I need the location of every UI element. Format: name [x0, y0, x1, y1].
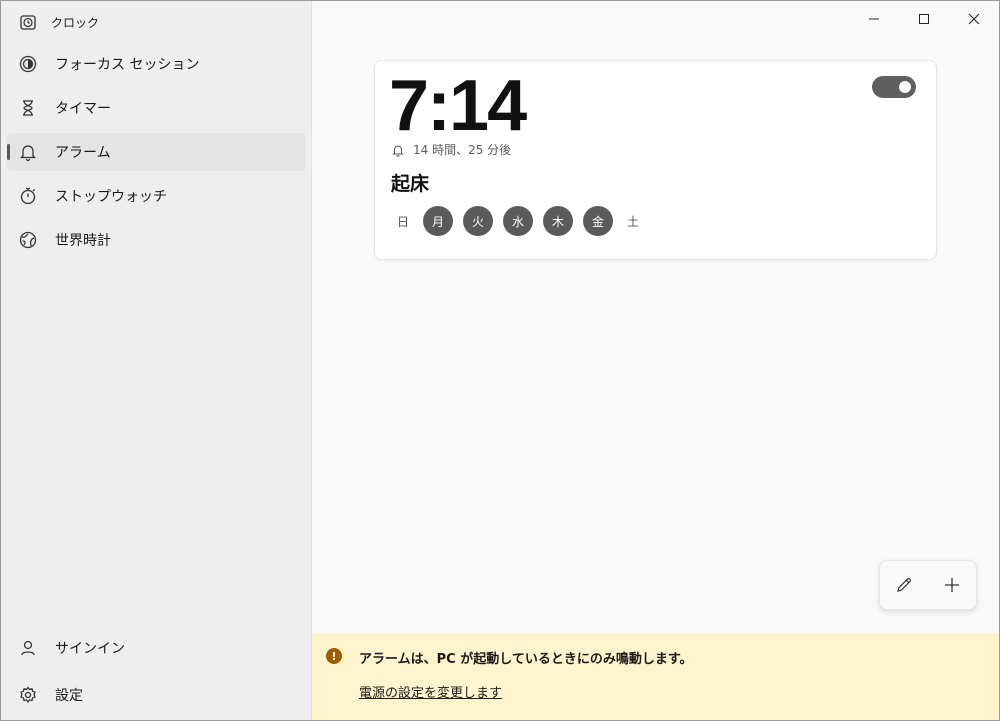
clock-window: クロック フォーカス セッション タイマー アラーム ストップウォッチ 世界時計…: [0, 0, 1000, 721]
bell-icon: [17, 141, 39, 163]
sidebar-item-timer[interactable]: タイマー: [7, 89, 306, 127]
day-tuesday: 火: [463, 206, 493, 236]
app-title-bar: クロック: [19, 11, 99, 33]
warning-infobar: ! アラームは、PC が起動しているときにのみ鳴動します。 電源の設定を変更しま…: [312, 633, 999, 720]
sidebar-item-focus-sessions[interactable]: フォーカス セッション: [7, 45, 306, 83]
day-thursday: 木: [543, 206, 573, 236]
time-remaining: 14 時間、25 分後: [391, 141, 511, 158]
clock-app-icon: [20, 15, 36, 30]
alarm-card[interactable]: 7:14 14 時間、25 分後 起床 日 月 火 水 木 金 土: [374, 60, 937, 260]
pencil-icon: [897, 578, 911, 592]
hourglass-icon: [17, 97, 39, 119]
sidebar-item-label: 設定: [55, 688, 83, 704]
app-title: クロック: [51, 15, 100, 30]
close-icon: [968, 13, 980, 25]
sidebar-item-settings[interactable]: 設定: [7, 676, 306, 714]
gear-icon: [17, 684, 39, 706]
sidebar-item-label: タイマー: [55, 101, 111, 117]
power-settings-link[interactable]: 電源の設定を変更します: [359, 682, 502, 701]
warning-icon: !: [326, 648, 342, 664]
sidebar-item-label: フォーカス セッション: [55, 57, 200, 73]
day-wednesday: 水: [503, 206, 533, 236]
day-saturday: 土: [626, 214, 639, 229]
minimize-icon: [869, 18, 879, 20]
window-controls: [849, 1, 999, 37]
minimize-button[interactable]: [849, 1, 899, 37]
sidebar-item-label: ストップウォッチ: [55, 189, 167, 205]
person-icon: [17, 637, 39, 659]
day-friday: 金: [583, 206, 613, 236]
alarm-toggle[interactable]: [872, 76, 916, 98]
sidebar-item-sign-in[interactable]: サインイン: [7, 629, 306, 667]
sidebar-item-label: アラーム: [55, 145, 111, 161]
alarm-action-bar: [879, 560, 977, 610]
alarm-time: 7:14: [389, 66, 527, 146]
plus-icon: [945, 578, 959, 592]
time-remaining-text: 14 時間、25 分後: [413, 143, 512, 157]
focus-icon: [17, 53, 39, 75]
day-sunday: 日: [396, 214, 409, 229]
globe-icon: [17, 229, 39, 251]
sidebar: クロック フォーカス セッション タイマー アラーム ストップウォッチ 世界時計…: [1, 1, 312, 720]
sidebar-item-alarm[interactable]: アラーム: [7, 133, 306, 171]
maximize-icon: [919, 14, 929, 24]
infobar-message: アラームは、PC が起動しているときにのみ鳴動します。: [359, 652, 693, 667]
sidebar-item-stopwatch[interactable]: ストップウォッチ: [7, 177, 306, 215]
sidebar-item-world-clock[interactable]: 世界時計: [7, 221, 306, 259]
edit-alarms-button[interactable]: [886, 567, 922, 603]
add-alarm-button[interactable]: [934, 567, 970, 603]
maximize-button[interactable]: [899, 1, 949, 37]
stopwatch-icon: [17, 185, 39, 207]
sidebar-item-label: 世界時計: [55, 233, 111, 249]
toggle-knob: [899, 81, 911, 93]
bell-icon: [392, 145, 404, 157]
close-button[interactable]: [949, 1, 999, 37]
repeat-days: 日 月 火 水 木 金 土: [393, 206, 643, 236]
sidebar-item-label: サインイン: [55, 641, 125, 657]
day-monday: 月: [423, 206, 453, 236]
alarm-name: 起床: [391, 173, 430, 195]
